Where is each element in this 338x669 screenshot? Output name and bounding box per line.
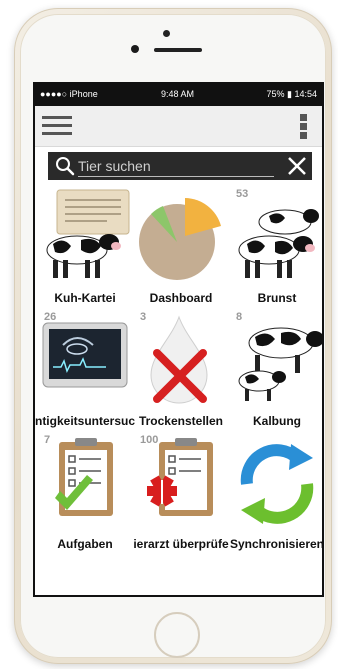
tile-dashboard[interactable]: Dashboard bbox=[133, 186, 229, 309]
tile-label: ntigkeitsuntersuc bbox=[34, 414, 136, 428]
search-icon[interactable] bbox=[55, 156, 75, 176]
tile-count: 3 bbox=[140, 311, 147, 323]
cow-with-calf-icon bbox=[238, 327, 322, 401]
pie-chart-icon bbox=[139, 198, 221, 280]
tile-label: Brunst bbox=[257, 291, 297, 305]
tile-synchronisieren[interactable]: Synchronisieren bbox=[229, 432, 322, 555]
earpiece-speaker bbox=[154, 48, 202, 52]
vertical-dots-icon[interactable] bbox=[300, 114, 308, 140]
proximity-sensor bbox=[131, 45, 139, 53]
milk-drop-icon bbox=[150, 315, 208, 404]
battery-status: 75% ▮ 14:54 bbox=[266, 89, 318, 99]
tile-count: 53 bbox=[236, 188, 249, 200]
tile-label: ierarzt überprüfe bbox=[133, 537, 229, 551]
tile-label: Synchronisieren bbox=[229, 537, 324, 551]
tile-count: 8 bbox=[236, 311, 243, 323]
hamburger-icon[interactable] bbox=[42, 114, 72, 138]
tile-count: 100 bbox=[140, 434, 159, 446]
tile-label: Kuh-Kartei bbox=[54, 291, 116, 305]
tile-count: 7 bbox=[44, 434, 51, 446]
tile-aufgaben[interactable]: 7 Aufgaben bbox=[37, 432, 133, 555]
clipboard-check-icon bbox=[55, 438, 113, 516]
search-bar bbox=[48, 152, 312, 180]
app-toolbar bbox=[35, 106, 322, 147]
tile-tierarzt-ueberpruefen[interactable]: 100 ierarzt überprüfe bbox=[133, 432, 229, 555]
tile-label: Kalbung bbox=[253, 414, 301, 428]
status-bar: ●●●●○ iPhone 9:48 AM 75% ▮ 14:54 bbox=[35, 84, 322, 106]
tile-count: 26 bbox=[44, 311, 57, 323]
sync-arrows-icon bbox=[240, 444, 314, 524]
ultrasound-monitor-icon bbox=[42, 322, 128, 388]
carrier-label: ●●●●○ iPhone bbox=[40, 89, 98, 99]
tile-label: Dashboard bbox=[149, 291, 213, 305]
index-card-cow-icon bbox=[46, 189, 130, 278]
close-icon[interactable] bbox=[286, 155, 308, 177]
search-input[interactable] bbox=[78, 156, 274, 177]
tile-label: Aufgaben bbox=[57, 537, 113, 551]
tile-brunst[interactable]: 53 Brunst bbox=[229, 186, 322, 309]
tile-kuh-kartei[interactable]: Kuh-Kartei bbox=[37, 186, 133, 309]
cows-icon bbox=[238, 209, 319, 278]
tile-kalbung[interactable]: 8 Kalbung bbox=[229, 309, 322, 432]
front-camera bbox=[163, 30, 170, 37]
clipboard-medical-icon bbox=[147, 438, 213, 516]
tile-label: Trockenstellen bbox=[138, 414, 224, 428]
tile-trockenstellen[interactable]: 3 Trockenstellen bbox=[133, 309, 229, 432]
home-button[interactable] bbox=[154, 612, 200, 658]
tile-traechtigkeitsuntersuchung[interactable]: 26 ntigkeitsuntersuc bbox=[35, 309, 135, 432]
status-time: 9:48 AM bbox=[161, 89, 195, 99]
app-screen: ●●●●○ iPhone 9:48 AM 75% ▮ 14:54 Tier su… bbox=[33, 82, 324, 597]
